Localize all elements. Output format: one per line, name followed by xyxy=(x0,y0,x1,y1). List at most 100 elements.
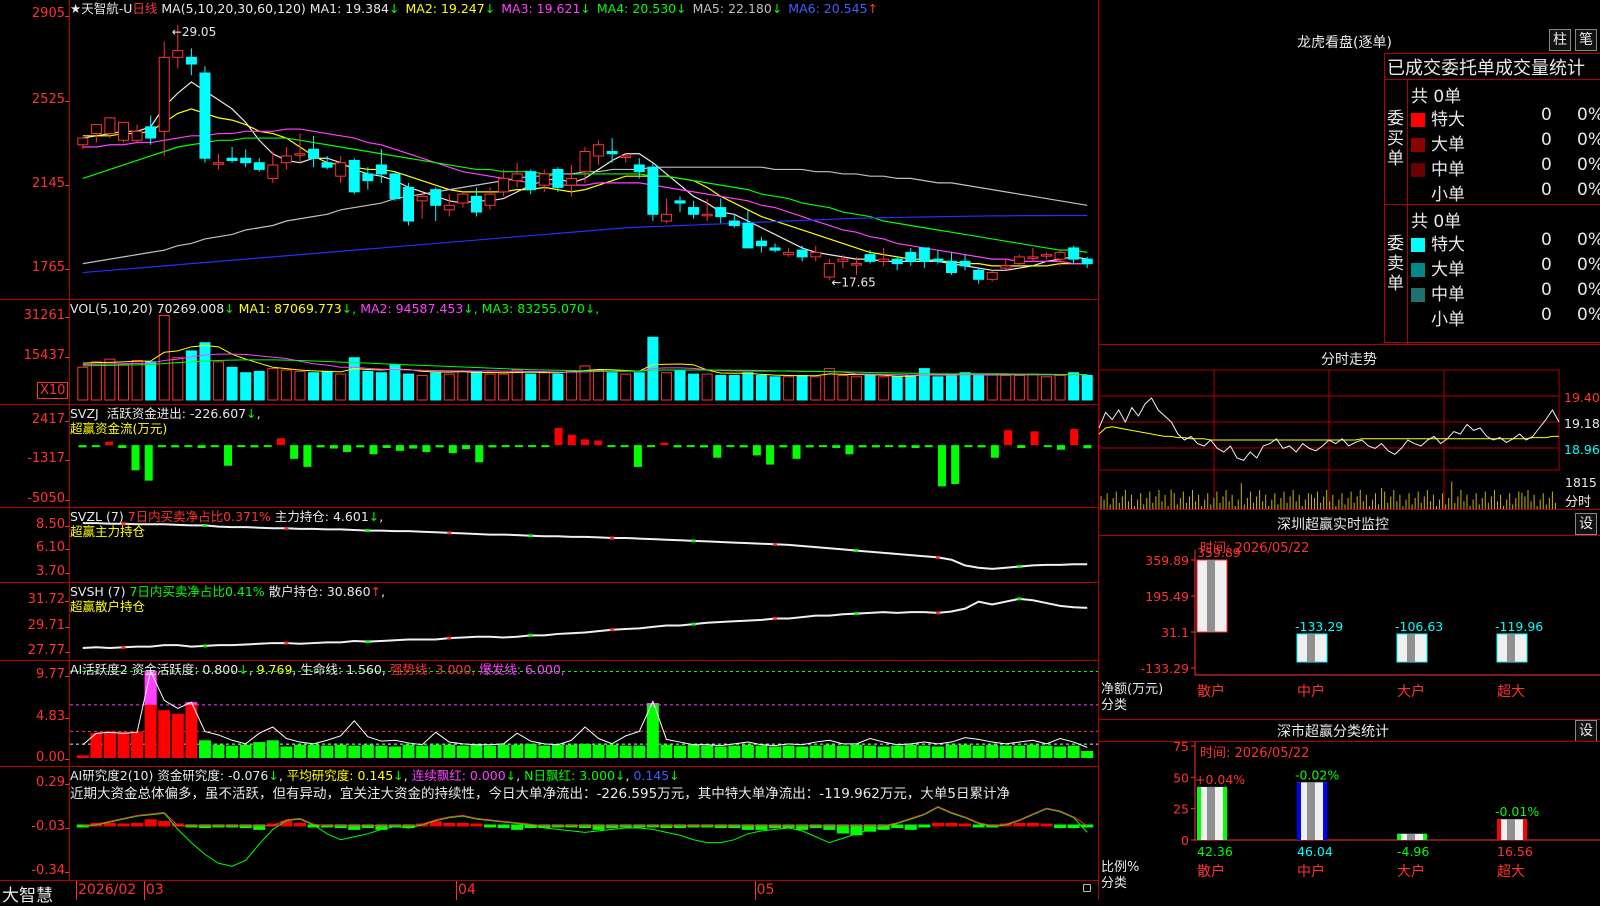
fund-flow-chart[interactable]: SVZJ 活跃资金进出: -226.607↓, 超赢资金流(万元) xyxy=(70,405,1098,507)
class-bar-edge xyxy=(1297,782,1301,840)
svzl-head: SVZL (7) xyxy=(70,509,124,524)
ai-activity-pane[interactable]: 9.77 4.83 0.00 AI活跃度2 资金活跃度: 0.800↓, 9.7… xyxy=(0,661,1098,767)
tick-mode-button[interactable]: 笔 xyxy=(1575,29,1597,51)
research-bar xyxy=(904,824,917,830)
research-bar xyxy=(918,824,931,828)
order-size-label: 中单 xyxy=(1431,285,1465,305)
candle xyxy=(389,173,401,200)
flow-bar xyxy=(1070,429,1079,446)
candlestick-chart[interactable]: ←29.05 ←17.65 ★天智航-U日线 MA(5,10,20,30,60,1… xyxy=(70,0,1098,299)
activity-bar xyxy=(741,744,754,758)
sell-row: 大单 0 0% xyxy=(1411,255,1600,280)
research-bar xyxy=(959,823,972,827)
volume-axis: 31261 15437 X10 xyxy=(0,300,70,404)
dot-mark xyxy=(202,523,207,527)
flow-bar xyxy=(567,434,576,446)
fund-flow-pane[interactable]: 2417 -1317 -5050 SVZJ 活跃资金进出: -226.607↓,… xyxy=(0,405,1098,508)
volume-bar xyxy=(945,373,957,401)
order-size-label: 中单 xyxy=(1431,160,1465,180)
bar-mode-button[interactable]: 柱 xyxy=(1549,29,1571,51)
class-bar-shade xyxy=(1307,782,1315,840)
sz-monitor-panel[interactable]: 深圳超赢实时监控 设 时间: 2026/05/22 359.89 195.49 31… xyxy=(1099,510,1600,720)
flow-bar xyxy=(1056,445,1065,450)
svzj-value: -226.607 xyxy=(189,406,247,421)
retail-chart[interactable]: SVSH (7) 7日内买卖净占比0.41% 散户持仓: 30.860↑, 超赢… xyxy=(70,583,1098,660)
volume-bar xyxy=(375,372,387,401)
price-pane[interactable]: 2905 2525 2145 1765 ←29.05 ←17.65 ★天智航-U日… xyxy=(0,0,1098,300)
activity-bar xyxy=(999,745,1012,758)
research-bar xyxy=(1040,823,1053,827)
research-bar xyxy=(239,824,252,829)
candle xyxy=(131,130,143,141)
ai-research-legend: AI研究度2(10) 资金研究度: -0.076↓, 平均研究度: 0.145↓… xyxy=(70,768,680,783)
intraday-panel[interactable]: 分时走势 19.40 19.18 18.96 1815 分时 xyxy=(1098,345,1600,510)
ai-research-chart[interactable]: AI研究度2(10) 资金研究度: -0.076↓, 平均研究度: 0.145↓… xyxy=(70,767,1098,880)
order-percent: 0% xyxy=(1577,130,1600,150)
date-marker xyxy=(76,881,77,900)
flow-bar xyxy=(951,445,960,485)
volume-bar xyxy=(837,374,849,401)
flow-bar xyxy=(739,445,748,448)
flow-bar xyxy=(673,445,682,448)
activity-bar xyxy=(497,744,510,758)
volume-bar xyxy=(1081,374,1093,401)
dot-mark xyxy=(447,636,452,640)
brand-label: 大智慧 xyxy=(2,886,53,906)
legend-swatch xyxy=(1411,163,1425,177)
down-arrow-icon: ↓ xyxy=(505,768,517,783)
activity-bar xyxy=(1026,744,1039,758)
ai2-head: AI研究度2(10) xyxy=(70,768,154,783)
flow-bar xyxy=(448,445,457,454)
main-force-pane[interactable]: 8.50 6.10 3.70 SVZL (7) 7日内买卖净占比0.371% 主… xyxy=(0,508,1098,583)
activity-bar xyxy=(76,755,89,758)
candle xyxy=(796,249,808,258)
ai-activity-tick: 0.00 xyxy=(36,750,65,765)
volume-bar xyxy=(416,374,428,401)
ai1-strong-line: 强势线: 3.000 xyxy=(389,662,472,677)
volume-bar xyxy=(986,373,998,401)
flow-bar xyxy=(766,445,775,465)
date-label: 05 xyxy=(756,882,775,898)
research-bar xyxy=(1026,822,1039,827)
sell-row: 中单 0 0% xyxy=(1411,280,1600,305)
volume-bar xyxy=(484,373,496,401)
period-label[interactable]: 日线 xyxy=(132,1,157,16)
flow-bar xyxy=(197,445,206,448)
activity-bar xyxy=(321,745,334,758)
flow-bar xyxy=(554,427,563,446)
ai-activity-tick: 4.83 xyxy=(36,709,65,724)
flow-bar xyxy=(157,445,166,448)
activity-bar xyxy=(728,745,741,758)
buy-row: 大单 0 0% xyxy=(1411,130,1600,155)
down-arrow-icon: ↓ xyxy=(389,1,400,16)
activity-bar xyxy=(402,744,415,758)
research-bar xyxy=(714,824,727,829)
research-bar xyxy=(891,824,904,829)
ai-research-axis: 0.29 -0.03 -0.34 xyxy=(0,767,70,880)
activity-bar xyxy=(565,744,578,758)
candle xyxy=(1054,251,1066,260)
sz-class-panel[interactable]: 深市超赢分类统计 设 时间: 2026/05/22 75 50 25 0 +0.04% 4… xyxy=(1099,720,1600,900)
main-force-chart[interactable]: SVZL (7) 7日内买卖净占比0.371% 主力持仓: 4.601↓, 超赢… xyxy=(70,508,1098,582)
down-arrow-icon: ↓ xyxy=(368,509,380,524)
ai-activity-chart[interactable]: AI活跃度2 资金活跃度: 0.800↓, 9.769, 生命线: 1.560,… xyxy=(70,661,1098,766)
order-stats-header: 已成交委托单成交量统计 xyxy=(1387,58,1585,79)
flow-bar xyxy=(356,445,365,448)
flow-bar xyxy=(144,445,153,481)
volume-bar xyxy=(457,370,469,401)
retail-pane[interactable]: 31.72 29.71 27.77 SVSH (7) 7日内买卖净占比0.41%… xyxy=(0,583,1098,661)
candle xyxy=(742,222,754,249)
volume-chart[interactable]: VOL(5,10,20) 70269.008↓ MA1: 87069.773↓,… xyxy=(70,300,1098,404)
order-size-label: 特大 xyxy=(1431,110,1465,130)
svzj-text: 活跃资金进出: xyxy=(106,406,186,421)
candle xyxy=(1013,256,1025,265)
class-tick: 0 xyxy=(1181,833,1189,848)
research-bar xyxy=(158,821,171,827)
volume-pane[interactable]: 31261 15437 X10 VOL(5,10,20) 70269.008↓ … xyxy=(0,300,1098,405)
order-count: 0 xyxy=(1541,305,1552,325)
ai-research-pane[interactable]: 0.29 -0.03 -0.34 AI研究度2(10) 资金研究度: -0.07… xyxy=(0,767,1098,881)
order-count: 0 xyxy=(1541,130,1552,150)
candle xyxy=(430,189,442,206)
burst-bar xyxy=(646,703,659,705)
activity-bar xyxy=(483,745,496,758)
